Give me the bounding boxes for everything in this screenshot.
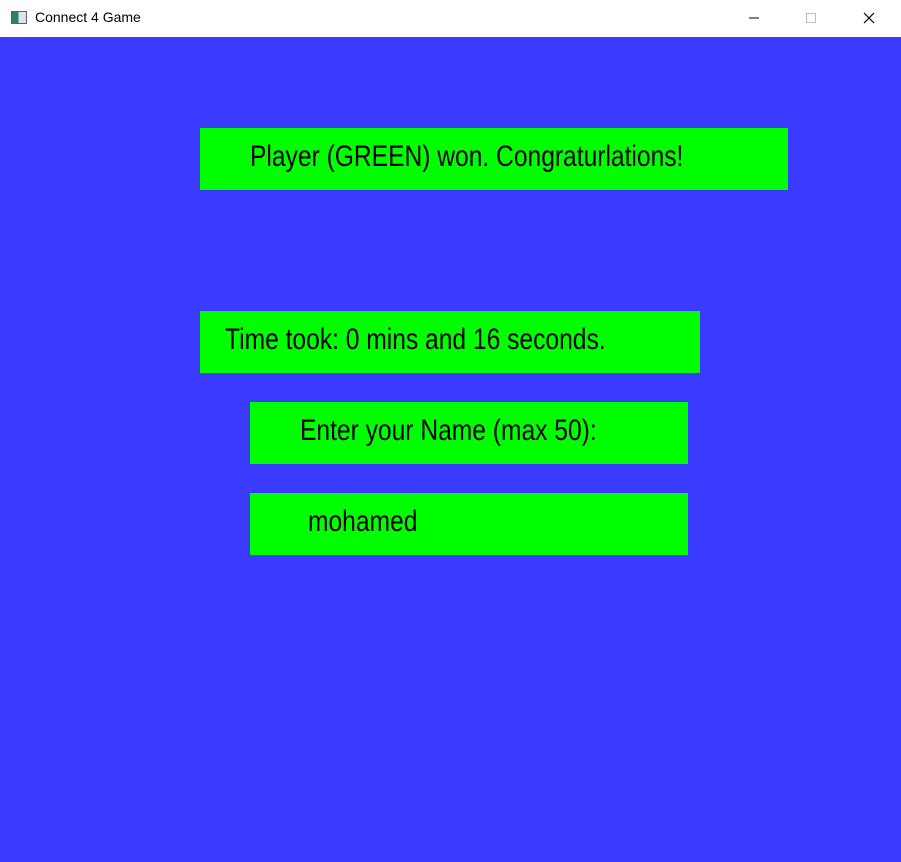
close-icon — [863, 12, 875, 24]
time-message: Time took: 0 mins and 16 seconds. — [225, 323, 606, 356]
name-prompt-label: Enter your Name (max 50): — [250, 402, 688, 464]
name-input-field[interactable]: mohamed — [250, 493, 688, 555]
window-title: Connect 4 Game — [35, 9, 141, 25]
minimize-button[interactable] — [731, 0, 777, 36]
winner-banner: Player (GREEN) won. Congraturlations! — [200, 128, 788, 190]
game-window: Connect 4 Game Player (GREEN) won. Congr… — [0, 0, 901, 862]
time-banner: Time took: 0 mins and 16 seconds. — [200, 311, 700, 373]
minimize-icon — [749, 17, 759, 19]
game-canvas: Player (GREEN) won. Congraturlations! Ti… — [0, 37, 901, 862]
name-prompt-text: Enter your Name (max 50): — [300, 414, 597, 447]
title-bar[interactable]: Connect 4 Game — [0, 0, 901, 38]
name-input-value: mohamed — [308, 505, 418, 538]
maximize-button[interactable] — [788, 0, 834, 36]
close-button[interactable] — [846, 0, 892, 36]
winner-message: Player (GREEN) won. Congraturlations! — [250, 140, 684, 173]
maximize-icon — [806, 13, 816, 23]
app-window-icon — [11, 11, 27, 24]
